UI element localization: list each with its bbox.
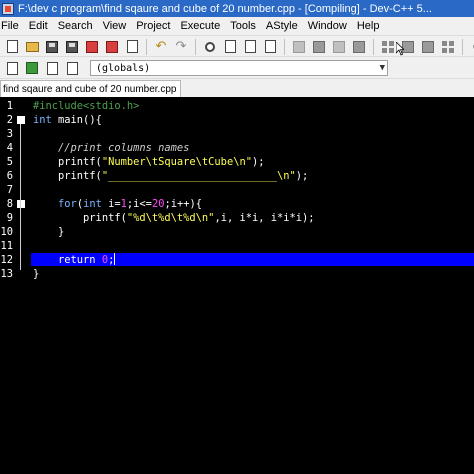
code-line[interactable]: 5 printf("Number\tSquare\tCube\n");	[0, 155, 474, 169]
stop-icon[interactable]	[440, 39, 456, 55]
class-browser-icon[interactable]	[4, 60, 20, 76]
goto-definition-icon[interactable]	[24, 60, 40, 76]
menu-edit[interactable]: Edit	[24, 17, 53, 35]
code-text: printf("___________________________\n");	[33, 170, 309, 182]
menu-astyle[interactable]: AStyle	[261, 17, 303, 35]
code-line[interactable]: 8 for(int i=1;i<=20;i++){	[0, 197, 474, 211]
unindent-icon[interactable]	[311, 39, 327, 55]
line-number: 6	[6, 170, 13, 182]
line-number: 10	[0, 226, 13, 238]
code-text: for(int i=1;i<=20;i++){	[58, 198, 202, 210]
redo-icon[interactable]: ↷	[173, 39, 189, 55]
function-combo-icon[interactable]	[394, 60, 410, 76]
tab-file[interactable]: find sqaure and cube of 20 number.cpp	[0, 80, 182, 97]
fold-toggle-icon[interactable]	[17, 200, 25, 208]
find-next-icon[interactable]	[242, 39, 258, 55]
scope-combo-value: (globals)	[96, 62, 151, 74]
dev-cpp-window: F:\dev c program\find sqaure and cube of…	[0, 0, 474, 474]
run-icon[interactable]	[351, 39, 367, 55]
code-line[interactable]: 12 return 0;	[0, 253, 474, 267]
print-icon[interactable]	[124, 39, 140, 55]
line-number: 4	[6, 142, 13, 154]
code-line[interactable]: 2 int main(){	[0, 113, 474, 127]
code-line[interactable]: 1 #include<stdio.h>	[0, 99, 474, 113]
goto-icon[interactable]	[262, 39, 278, 55]
code-text: int main(){	[33, 114, 102, 126]
line-number: 5	[6, 156, 13, 168]
line-number: 13	[0, 268, 13, 280]
menu-tools[interactable]: Tools	[225, 17, 261, 35]
menu-view[interactable]: View	[98, 17, 132, 35]
mouse-cursor-icon	[396, 42, 404, 56]
code-line[interactable]: 13}	[0, 267, 474, 281]
find-icon[interactable]	[202, 39, 218, 55]
debug-icon[interactable]	[420, 39, 436, 55]
line-number: 2	[6, 114, 13, 126]
menu-bar: File Edit Search View Project Execute To…	[0, 17, 474, 35]
line-number: 12	[0, 254, 13, 266]
toolbar-separator	[373, 38, 374, 55]
title-bar[interactable]: F:\dev c program\find sqaure and cube of…	[0, 0, 474, 17]
line-number: 7	[6, 184, 13, 196]
window-title: F:\dev c program\find sqaure and cube of…	[18, 2, 432, 15]
check-icon[interactable]: ✔	[469, 39, 474, 55]
code-text: printf("%d\t%d\t%d\n",i, i*i, i*i*i);	[33, 212, 315, 224]
code-text: #include<stdio.h>	[33, 100, 140, 112]
code-line[interactable]: 10 }	[0, 225, 474, 239]
menu-window[interactable]: Window	[303, 17, 352, 35]
replace-icon[interactable]	[222, 39, 238, 55]
menu-help[interactable]: Help	[352, 17, 385, 35]
text-caret	[114, 253, 116, 265]
undo-icon[interactable]: ↶	[153, 39, 169, 55]
code-text: }	[33, 268, 40, 280]
line-number: 8	[6, 198, 13, 210]
code-line[interactable]: 11	[0, 239, 474, 253]
toolbar-separator	[146, 38, 147, 55]
code-text: printf("Number\tSquare\tCube\n");	[33, 156, 265, 168]
compile-icon[interactable]	[331, 39, 347, 55]
menu-project[interactable]: Project	[131, 17, 175, 35]
class-toolbar: (globals) ▼	[0, 56, 474, 79]
code-line[interactable]: 9 printf("%d\t%d\t%d\n",i, i*i, i*i*i);	[0, 211, 474, 225]
code-line[interactable]: 3	[0, 127, 474, 141]
close-all-icon[interactable]	[104, 39, 120, 55]
code-text: }	[33, 226, 65, 238]
chevron-down-icon[interactable]: ▼	[380, 61, 385, 75]
line-number: 9	[6, 212, 13, 224]
new-file-icon[interactable]	[4, 39, 20, 55]
menu-execute[interactable]: Execute	[175, 17, 225, 35]
app-logo-icon	[2, 2, 14, 15]
indent-icon[interactable]	[291, 39, 307, 55]
toolbar-separator	[195, 38, 196, 55]
line-number: 1	[6, 100, 13, 112]
menu-search[interactable]: Search	[53, 17, 98, 35]
line-number: 3	[6, 128, 13, 140]
toolbar-separator	[284, 38, 285, 55]
fold-toggle-icon[interactable]	[17, 116, 25, 124]
insert-icon[interactable]	[64, 60, 80, 76]
code-line[interactable]: 6 printf("___________________________\n"…	[0, 169, 474, 183]
open-icon[interactable]	[24, 39, 40, 55]
scope-combo[interactable]: (globals) ▼	[90, 60, 388, 76]
save-icon[interactable]	[44, 39, 60, 55]
file-tab-strip: find sqaure and cube of 20 number.cpp	[0, 78, 474, 98]
toolbar-separator	[462, 38, 463, 55]
code-text: //print columns names	[58, 142, 190, 154]
code-text: return 0;	[58, 253, 116, 266]
compile-run-icon[interactable]	[380, 39, 396, 55]
goto-declaration-icon[interactable]	[44, 60, 60, 76]
fold-guide	[20, 124, 21, 270]
save-all-icon[interactable]	[64, 39, 80, 55]
close-icon[interactable]	[84, 39, 100, 55]
menu-file[interactable]: File	[0, 17, 24, 35]
code-editor[interactable]: 1 #include<stdio.h> 2 int main(){3 4 //print…	[0, 97, 474, 474]
code-line[interactable]: 7	[0, 183, 474, 197]
line-number: 11	[0, 240, 13, 252]
code-line[interactable]: 4 //print columns names	[0, 141, 474, 155]
